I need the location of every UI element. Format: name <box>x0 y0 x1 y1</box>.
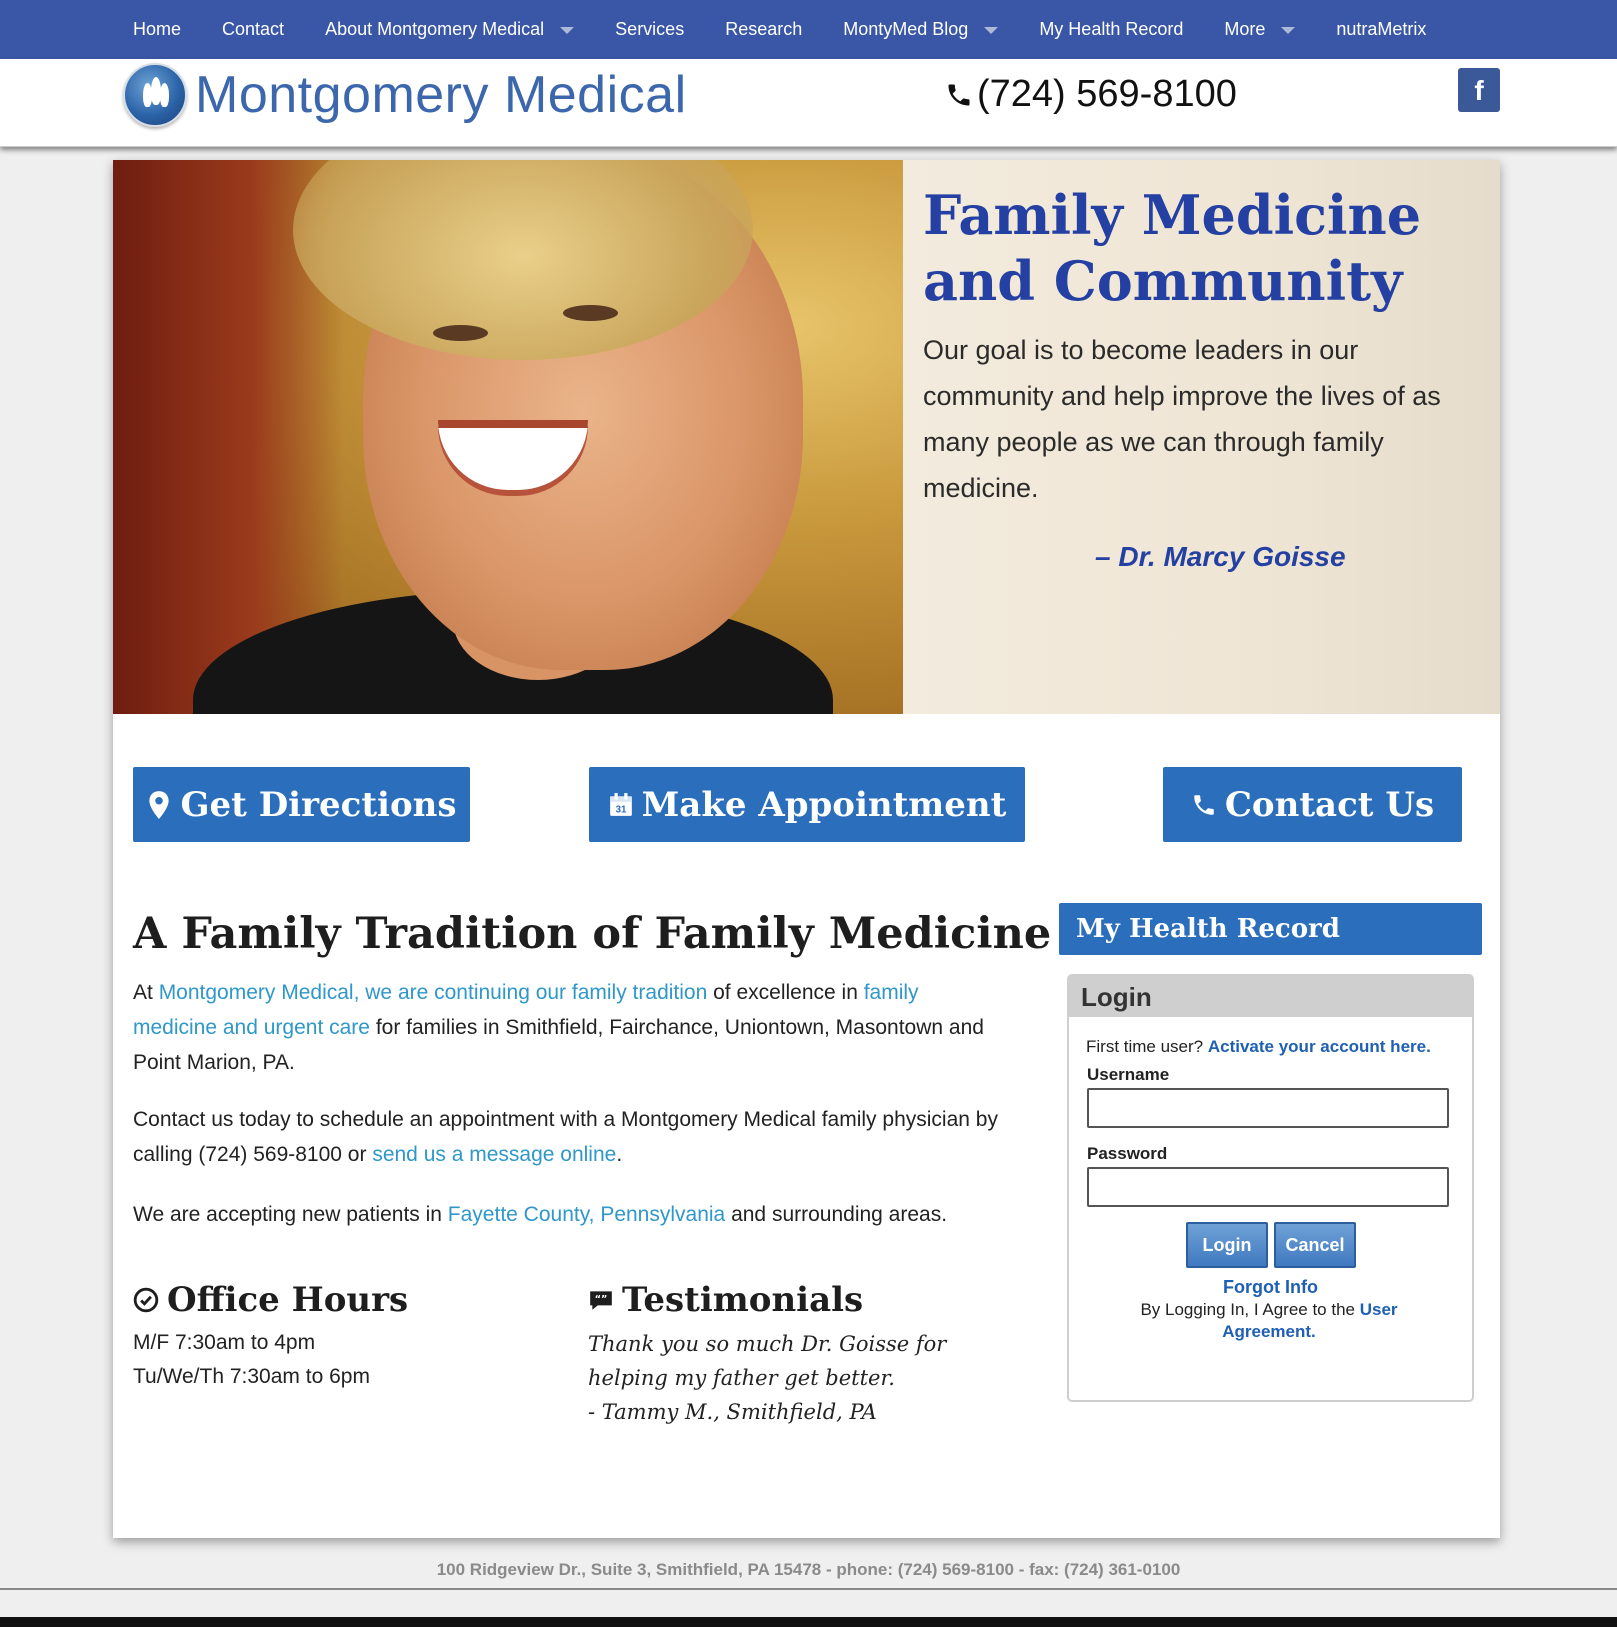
photo-eye <box>563 305 618 321</box>
hero-text-panel: Family Medicine and Community Our goal i… <box>903 160 1500 714</box>
svg-text:“”: “” <box>595 1294 608 1305</box>
content-card: Family Medicine and Community Our goal i… <box>113 160 1500 1538</box>
hours-line: Tu/We/Th 7:30am to 6pm <box>133 1365 370 1388</box>
text-run: First time user? <box>1086 1037 1208 1056</box>
hero-quote: Our goal is to become leaders in our com… <box>923 335 1441 503</box>
caret-down-icon <box>1281 27 1296 34</box>
top-nav: Home Contact About Montgomery Medical Se… <box>0 0 1617 59</box>
intro-paragraph: At Montgomery Medical, we are continuing… <box>133 975 1003 1080</box>
caret-down-icon <box>560 27 575 34</box>
nav-item-label: Research <box>725 19 803 39</box>
username-input[interactable] <box>1087 1088 1449 1128</box>
logo-text[interactable]: Montgomery Medical <box>195 65 687 125</box>
nav-item-label: nutraMetrix <box>1336 19 1427 39</box>
patients-paragraph: We are accepting new patients in Fayette… <box>133 1197 1003 1232</box>
password-input[interactable] <box>1087 1167 1449 1207</box>
nav-item-label: Home <box>133 19 182 39</box>
first-time-text: First time user? Activate your account h… <box>1086 1037 1431 1057</box>
photo-eye <box>433 325 488 341</box>
testimonials-heading: “” Testimonials <box>588 1280 863 1320</box>
cta-label: Make Appointment <box>641 784 1007 825</box>
nav-item-label: About Montgomery Medical <box>325 19 545 39</box>
hero-author: – Dr. Marcy Goisse <box>1095 541 1346 572</box>
nav-item-services[interactable]: Services <box>615 19 684 40</box>
cta-label: Contact Us <box>1224 784 1435 825</box>
testimonial-author: - Tammy M., Smithfield, PA <box>588 1400 877 1424</box>
text-run: By Logging In, I Agree to the <box>1140 1300 1360 1319</box>
footer-divider <box>0 1588 1617 1590</box>
nav-item-label: Contact <box>222 19 285 39</box>
fayette-county-link[interactable]: Fayette County, Pennsylvania <box>448 1203 725 1226</box>
testimonial-line: Thank you so much Dr. Goisse for <box>588 1332 947 1356</box>
bottom-bar <box>0 1617 1617 1627</box>
header-phone[interactable]: (724) 569-8100 <box>945 73 1237 116</box>
message-online-link[interactable]: send us a message online <box>372 1143 616 1166</box>
logo-figure <box>160 83 169 107</box>
make-appointment-button[interactable]: 31 Make Appointment <box>589 767 1025 842</box>
map-pin-icon <box>149 790 170 819</box>
nav-item-label: My Health Record <box>1039 19 1184 39</box>
site-header: Montgomery Medical (724) 569-8100 f <box>0 59 1617 147</box>
nav-item-more[interactable]: More <box>1224 19 1296 40</box>
get-directions-button[interactable]: Get Directions <box>133 767 470 842</box>
testimonial-line: helping my father get better. <box>588 1366 895 1390</box>
nav-item-nutrametrix[interactable]: nutraMetrix <box>1336 19 1426 40</box>
nav-item-label: Services <box>615 19 685 39</box>
calendar-icon: 31 <box>609 792 632 816</box>
heading-text: Office Hours <box>167 1280 409 1320</box>
login-button[interactable]: Login <box>1186 1222 1268 1268</box>
hero-photo <box>113 160 903 714</box>
main-title: A Family Tradition of Family Medicine <box>133 909 1052 959</box>
contact-paragraph: Contact us today to schedule an appointm… <box>133 1102 1003 1172</box>
clock-icon <box>133 1287 159 1313</box>
office-hours-heading: Office Hours <box>133 1280 408 1320</box>
logo-icon[interactable] <box>123 63 187 127</box>
cancel-button[interactable]: Cancel <box>1274 1222 1356 1268</box>
nav-item-label: MontyMed Blog <box>843 19 969 39</box>
username-label: Username <box>1087 1065 1170 1084</box>
nav-item-health-record[interactable]: My Health Record <box>1039 19 1183 40</box>
top-nav-list: Home Contact About Montgomery Medical Se… <box>133 0 1467 59</box>
heading-text: Testimonials <box>622 1280 864 1320</box>
nav-item-home[interactable]: Home <box>133 19 181 40</box>
cta-label: Get Directions <box>180 784 457 825</box>
text-run: . <box>616 1143 623 1166</box>
text-run: of excellence in <box>707 981 864 1004</box>
quote-bubble-icon: “” <box>590 1291 612 1310</box>
text-run: We are accepting new patients in <box>133 1203 448 1226</box>
health-record-header: My Health Record <box>1059 903 1482 955</box>
nav-item-contact[interactable]: Contact <box>222 19 284 40</box>
testimonial-quote: Thank you so much Dr. Goisse for helping… <box>588 1327 946 1429</box>
tradition-link[interactable]: Montgomery Medical, we are continuing ou… <box>159 981 708 1004</box>
login-panel: Login First time user? Activate your acc… <box>1067 974 1474 1402</box>
facebook-icon[interactable]: f <box>1458 68 1500 112</box>
nav-item-blog[interactable]: MontyMed Blog <box>843 19 999 40</box>
nav-item-about[interactable]: About Montgomery Medical <box>325 19 575 40</box>
hero-banner: Family Medicine and Community Our goal i… <box>113 160 1500 714</box>
nav-item-research[interactable]: Research <box>725 19 802 40</box>
svg-text:31: 31 <box>615 804 626 815</box>
phone-number: (724) 569-8100 <box>977 73 1237 115</box>
site-footer: 100 Ridgeview Dr., Suite 3, Smithfield, … <box>436 1560 1181 1579</box>
phone-icon <box>1194 794 1214 815</box>
forgot-info-link[interactable]: Forgot Info <box>1069 1277 1472 1298</box>
phone-icon <box>948 84 970 105</box>
login-title: Login <box>1069 976 1472 1017</box>
hours-line: M/F 7:30am to 4pm <box>133 1331 316 1354</box>
text-run: and surrounding areas. <box>725 1203 948 1226</box>
caret-down-icon <box>984 27 999 34</box>
text-run: At <box>133 981 159 1004</box>
contact-us-button[interactable]: Contact Us <box>1163 767 1462 842</box>
hero-title: Family Medicine and Community <box>923 183 1422 313</box>
activate-account-link[interactable]: Activate your account here. <box>1208 1037 1431 1056</box>
office-hours-list: M/F 7:30am to 4pm Tu/We/Th 7:30am to 6pm <box>133 1326 370 1394</box>
user-agreement-text: By Logging In, I Agree to the User Agree… <box>1119 1299 1419 1343</box>
password-label: Password <box>1087 1144 1168 1163</box>
nav-item-label: More <box>1224 19 1266 39</box>
